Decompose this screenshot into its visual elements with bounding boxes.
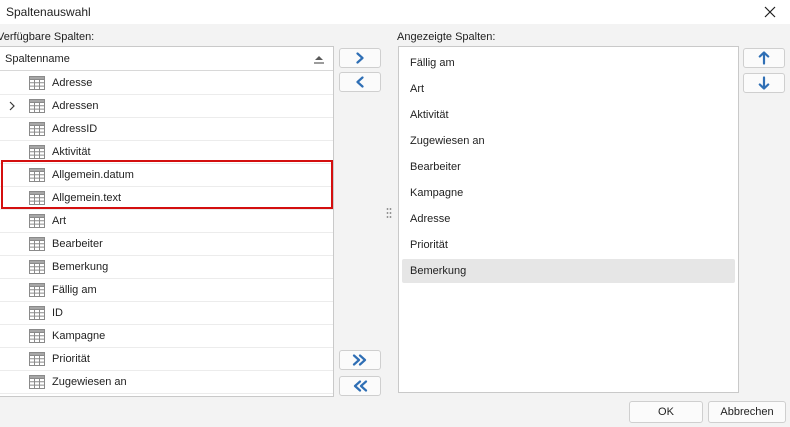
table-icon <box>29 283 45 297</box>
available-column-label: Bemerkung <box>52 261 109 273</box>
available-column-row[interactable]: Kampagne <box>0 325 333 348</box>
table-icon <box>29 168 45 182</box>
chevron-right-icon[interactable] <box>6 100 18 112</box>
available-column-label: Adressen <box>52 100 99 112</box>
available-column-label: Allgemein.datum <box>52 169 134 181</box>
shown-column-item[interactable]: Fällig am <box>402 51 735 75</box>
remove-column-button[interactable] <box>339 72 381 92</box>
double-chevron-right-icon <box>352 354 367 366</box>
column-header-label: Spaltenname <box>5 53 70 65</box>
arrow-down-icon <box>758 76 770 90</box>
available-column-row[interactable]: Zugewiesen an <box>0 371 333 394</box>
shown-column-label: Kampagne <box>410 187 464 199</box>
available-column-row[interactable]: Bemerkung <box>0 256 333 279</box>
table-icon <box>29 352 45 366</box>
shown-column-label: Bemerkung <box>410 265 467 277</box>
available-column-row[interactable]: Aktivität <box>0 141 333 164</box>
ok-button[interactable]: OK <box>629 401 703 423</box>
add-all-columns-button[interactable] <box>339 350 381 370</box>
sort-icon[interactable] <box>313 53 325 65</box>
available-columns-label: Verfügbare Spalten: <box>0 31 95 43</box>
available-column-label: AdressID <box>52 123 98 135</box>
table-icon <box>29 306 45 320</box>
shown-column-item[interactable]: Bemerkung <box>402 259 735 283</box>
table-icon <box>29 76 45 90</box>
shown-column-label: Fällig am <box>410 57 455 69</box>
available-column-label: Fällig am <box>52 284 97 296</box>
move-up-button[interactable] <box>743 48 785 68</box>
shown-column-item[interactable]: Zugewiesen an <box>402 129 735 153</box>
shown-column-label: Priorität <box>410 239 448 251</box>
available-column-row[interactable]: Art <box>0 210 333 233</box>
remove-all-columns-button[interactable] <box>339 376 381 396</box>
table-icon <box>29 329 45 343</box>
available-column-label: Priorität <box>52 353 90 365</box>
available-column-row[interactable]: Bearbeiter <box>0 233 333 256</box>
shown-column-item[interactable]: Adresse <box>402 207 735 231</box>
table-icon <box>29 375 45 389</box>
available-column-label: Allgemein.text <box>52 192 122 204</box>
shown-column-label: Aktivität <box>410 109 449 121</box>
available-column-row[interactable]: Allgemein.datum <box>0 164 333 187</box>
shown-column-label: Adresse <box>410 213 451 225</box>
available-column-row[interactable]: AdressID <box>0 118 333 141</box>
shown-column-label: Art <box>410 83 425 95</box>
available-column-row[interactable]: ID <box>0 302 333 325</box>
shown-column-item[interactable]: Priorität <box>402 233 735 257</box>
available-columns-list[interactable]: Spaltenname Adresse Adressen AdressID Aktiv… <box>0 46 334 397</box>
available-column-label: Zugewiesen an <box>52 376 127 388</box>
shown-columns-label: Angezeigte Spalten: <box>397 31 496 43</box>
cancel-button[interactable]: Abbrechen <box>708 401 786 423</box>
available-column-label: Aktivität <box>52 146 91 158</box>
table-icon <box>29 122 45 136</box>
available-column-row[interactable]: Fällig am <box>0 279 333 302</box>
double-chevron-left-icon <box>353 380 368 392</box>
shown-column-item[interactable]: Bearbeiter <box>402 155 735 179</box>
close-button[interactable] <box>750 0 790 24</box>
title-bar: Spaltenauswahl <box>0 0 790 24</box>
table-icon <box>29 237 45 251</box>
chevron-left-icon <box>356 76 364 88</box>
close-icon <box>764 6 776 18</box>
available-column-label: Bearbeiter <box>52 238 103 250</box>
available-column-row[interactable]: Priorität <box>0 348 333 371</box>
table-icon <box>29 191 45 205</box>
available-column-label: Adresse <box>52 77 93 89</box>
available-column-row[interactable]: Adressen <box>0 95 333 118</box>
shown-columns-list[interactable]: Fällig am Art Aktivität Zugewiesen an Bearbe… <box>398 46 739 393</box>
available-column-row[interactable]: Adresse <box>0 72 333 95</box>
splitter-grip-icon[interactable] <box>386 207 392 219</box>
chevron-right-icon <box>356 52 364 64</box>
table-icon <box>29 145 45 159</box>
shown-column-label: Zugewiesen an <box>410 135 485 147</box>
available-column-label: ID <box>52 307 63 319</box>
shown-column-item[interactable]: Art <box>402 77 735 101</box>
shown-column-item[interactable]: Kampagne <box>402 181 735 205</box>
table-icon <box>29 214 45 228</box>
available-column-label: Kampagne <box>52 330 106 342</box>
shown-column-label: Bearbeiter <box>410 161 461 173</box>
available-column-label: Art <box>52 215 67 227</box>
add-column-button[interactable] <box>339 48 381 68</box>
shown-column-item[interactable]: Aktivität <box>402 103 735 127</box>
table-icon <box>29 99 45 113</box>
arrow-up-icon <box>758 51 770 65</box>
move-down-button[interactable] <box>743 73 785 93</box>
table-icon <box>29 260 45 274</box>
column-header[interactable]: Spaltenname <box>0 47 333 71</box>
window-title: Spaltenauswahl <box>6 5 91 19</box>
available-column-row[interactable]: Allgemein.text <box>0 187 333 210</box>
